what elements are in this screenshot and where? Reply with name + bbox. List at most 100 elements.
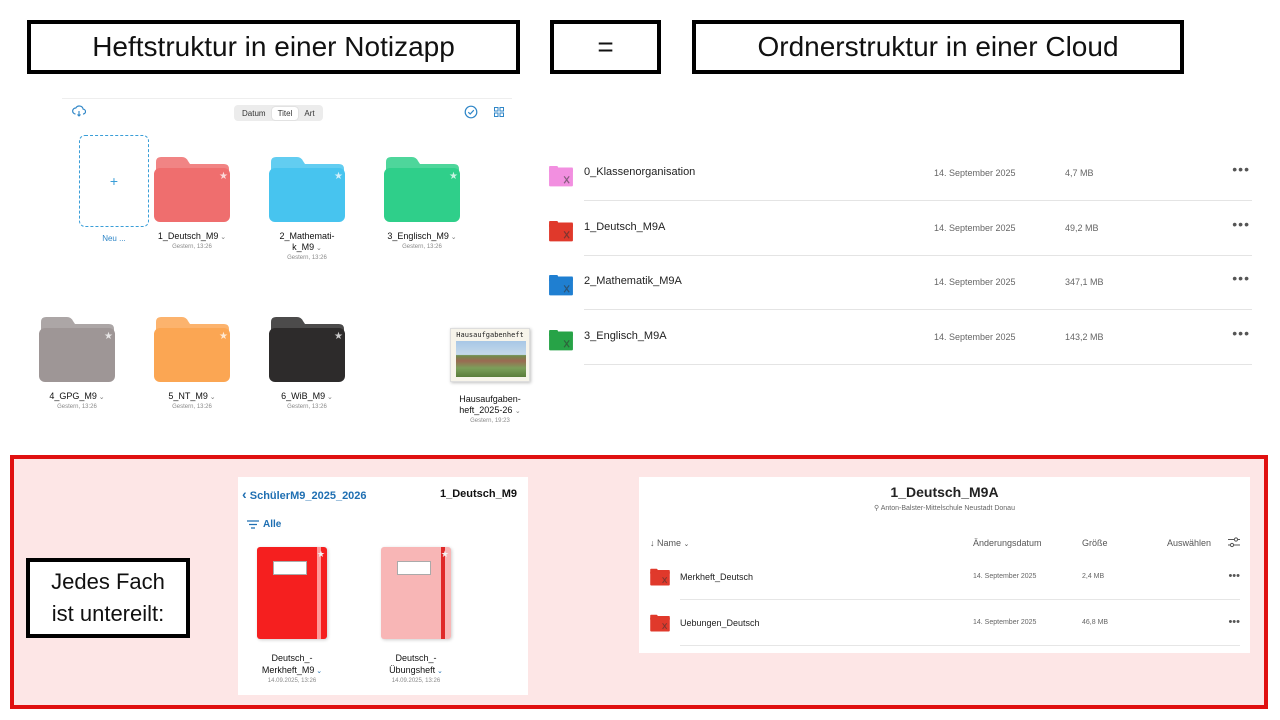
grid-view-icon[interactable] bbox=[494, 107, 504, 117]
svg-text:★: ★ bbox=[219, 331, 228, 342]
elastic-band bbox=[441, 547, 445, 639]
share-icon: ⚲ bbox=[874, 505, 880, 512]
cloud-folder-size: 4,7 MB bbox=[1065, 168, 1094, 178]
elastic-band bbox=[317, 547, 321, 639]
folder-tile[interactable]: ★ 4_GPG_M9 ⌄ Gestern, 13:26 bbox=[22, 314, 132, 410]
subdivision-caption: Jedes Fach ist untereilt: bbox=[26, 558, 190, 638]
shared-folder-icon bbox=[549, 165, 573, 187]
segment-titel[interactable]: Titel bbox=[271, 106, 299, 120]
row-divider bbox=[680, 599, 1240, 600]
folder-name-text: 5_NT_M9 bbox=[168, 391, 208, 401]
row-divider bbox=[680, 645, 1240, 646]
cloud-folder-title: 1_Deutsch_M9A bbox=[890, 484, 999, 500]
notebook-cover[interactable]: ★ bbox=[257, 547, 327, 639]
folder-tile[interactable]: ★ 2_Mathemati- k_M9 ⌄ Gestern, 13:26 bbox=[252, 154, 362, 261]
folder-name: 1_Deutsch_M9 ⌄ bbox=[137, 231, 247, 243]
svg-text:★: ★ bbox=[449, 171, 458, 182]
folder-tile[interactable]: ★ 3_Englisch_M9 ⌄ Gestern, 13:26 bbox=[367, 154, 477, 250]
title-right-text: Ordnerstruktur in einer Cloud bbox=[757, 31, 1119, 62]
folder-tile[interactable]: ★ 5_NT_M9 ⌄ Gestern, 13:26 bbox=[137, 314, 247, 410]
cloud-folder-row[interactable]: 0_Klassenorganisation 14. September 2025 4… bbox=[546, 147, 1252, 201]
file-row-size: 2,4 MB bbox=[1082, 573, 1105, 580]
caption-line-2: ist untereilt: bbox=[51, 601, 165, 626]
notebook-date: 14.09.2025, 13:26 bbox=[267, 678, 317, 684]
more-options-icon[interactable]: ••• bbox=[1232, 216, 1250, 232]
chevron-down-icon: ⌄ bbox=[218, 234, 227, 241]
notebook-name-text: Deutsch_- Merkheft_M9 bbox=[261, 653, 315, 675]
chevron-down-icon: ⌄ bbox=[435, 668, 443, 675]
folder-date: Gestern, 13:26 bbox=[287, 404, 327, 410]
more-options-icon[interactable]: ••• bbox=[1228, 570, 1240, 582]
cloud-folder-size: 143,2 MB bbox=[1065, 331, 1104, 342]
segment-datum[interactable]: Datum bbox=[236, 107, 272, 120]
cloud-folder-row[interactable]: 1_Deutsch_M9A 14. September 2025 49,2 MB ••… bbox=[546, 202, 1252, 256]
more-options-icon[interactable]: ••• bbox=[1232, 270, 1250, 286]
chevron-down-icon: ⌄ bbox=[314, 668, 323, 675]
folder-date: Gestern, 13:26 bbox=[402, 244, 442, 250]
chevron-down-icon: ⌄ bbox=[683, 541, 690, 548]
more-options-icon[interactable]: ••• bbox=[1232, 161, 1250, 177]
folder-icon: ★ bbox=[39, 317, 115, 382]
back-label: SchülerM9_2025_2026 bbox=[249, 490, 367, 502]
folder-name: 3_Englisch_M9 ⌄ bbox=[367, 231, 477, 243]
filter-icon bbox=[247, 520, 259, 529]
chevron-down-icon: ⌄ bbox=[96, 394, 105, 401]
cloud-folder-name: 0_Klassenorganisation bbox=[584, 166, 696, 178]
file-row-name[interactable]: Uebungen_Deutsch bbox=[680, 618, 760, 628]
folder-icon: ★ bbox=[269, 317, 345, 382]
shared-folder-icon[interactable] bbox=[649, 568, 671, 586]
title-equals-text: = bbox=[597, 31, 614, 62]
favorite-star-icon[interactable]: ★ bbox=[441, 549, 449, 560]
file-row-date: 14. September 2025 bbox=[973, 573, 1037, 580]
cover-label bbox=[397, 561, 431, 575]
more-options-icon[interactable]: ••• bbox=[1228, 616, 1240, 628]
folder-tile[interactable]: ★ 1_Deutsch_M9 ⌄ Gestern, 13:26 bbox=[137, 154, 247, 250]
shared-folder-icon bbox=[549, 274, 573, 296]
title-cloud-structure: Ordnerstruktur in einer Cloud bbox=[692, 20, 1184, 74]
cloud-folder-size: 347,1 MB bbox=[1065, 277, 1104, 287]
cloud-folder-row[interactable]: 2_Mathematik_M9A 14. September 2025 347,1 … bbox=[546, 256, 1252, 310]
chevron-down-icon: ⌄ bbox=[514, 408, 521, 415]
notebook-cover: Hausaufgabenheft bbox=[450, 328, 530, 382]
folder-tile[interactable]: ★ 6_WiB_M9 ⌄ Gestern, 13:26 bbox=[252, 314, 362, 410]
cloud-folder-name: 2_Mathematik_M9A bbox=[584, 275, 682, 287]
notebook-name-text: Hausaufgaben- heft_2025-26 bbox=[459, 394, 521, 415]
notes-toolbar: Datum Titel Art bbox=[62, 98, 512, 124]
svg-text:★: ★ bbox=[334, 331, 343, 342]
header-size[interactable]: Größe bbox=[1082, 538, 1108, 548]
select-check-icon[interactable] bbox=[464, 105, 478, 119]
segment-art[interactable]: Art bbox=[298, 107, 320, 120]
sub-notes-panel: ‹ SchülerM9_2025_2026 1_Deutsch_M9 Alle … bbox=[238, 477, 528, 695]
folder-icon: ★ bbox=[269, 157, 345, 222]
folder-name-text: 6_WiB_M9 bbox=[281, 391, 326, 401]
notebook-cover[interactable]: ★ bbox=[381, 547, 451, 639]
cloud-folder-date: 14. September 2025 bbox=[934, 222, 1016, 233]
cloud-folder-size: 49,2 MB bbox=[1065, 222, 1099, 233]
sort-by-name-header[interactable]: ↓ Name ⌄ bbox=[650, 538, 689, 548]
cloud-folder-row[interactable]: 3_Englisch_M9A 14. September 2025 143,2 MB… bbox=[546, 311, 1252, 365]
filter-button[interactable]: Alle bbox=[247, 519, 281, 530]
folder-name: 4_GPG_M9 ⌄ bbox=[22, 391, 132, 403]
cloud-sync-icon[interactable] bbox=[72, 105, 86, 117]
favorite-star-icon[interactable]: ★ bbox=[317, 549, 325, 560]
settings-sliders-icon[interactable] bbox=[1228, 537, 1240, 548]
cloud-folder-name: 3_Englisch_M9A bbox=[584, 329, 667, 342]
select-button[interactable]: Auswählen bbox=[1167, 538, 1211, 548]
notebook-tile-hausaufgabenheft[interactable]: Hausaufgabenheft Hausaufgaben- heft_2025… bbox=[435, 328, 545, 424]
title-left-text: Heftstruktur in einer Notizapp bbox=[92, 31, 455, 62]
shared-folder-icon[interactable] bbox=[649, 614, 671, 632]
shared-folder-icon bbox=[549, 329, 573, 350]
cloud-folder-owner: ⚲ Anton-Balster-Mittelschule Neustadt Do… bbox=[639, 504, 1250, 512]
notebook-name: Hausaufgaben- heft_2025-26 ⌄ bbox=[435, 394, 545, 417]
shared-folder-icon bbox=[549, 220, 573, 241]
row-divider bbox=[584, 363, 1252, 365]
file-row-name[interactable]: Merkheft_Deutsch bbox=[680, 572, 753, 582]
back-button[interactable]: ‹ SchülerM9_2025_2026 bbox=[242, 486, 367, 502]
header-date[interactable]: Änderungsdatum bbox=[973, 538, 1042, 548]
more-options-icon[interactable]: ••• bbox=[1232, 325, 1250, 341]
plus-icon: + bbox=[109, 173, 119, 189]
chevron-left-icon: ‹ bbox=[242, 486, 247, 502]
svg-text:★: ★ bbox=[219, 171, 228, 182]
cloud-folder-date: 14. September 2025 bbox=[934, 277, 1016, 287]
sort-segmented-control: Datum Titel Art bbox=[234, 105, 323, 121]
